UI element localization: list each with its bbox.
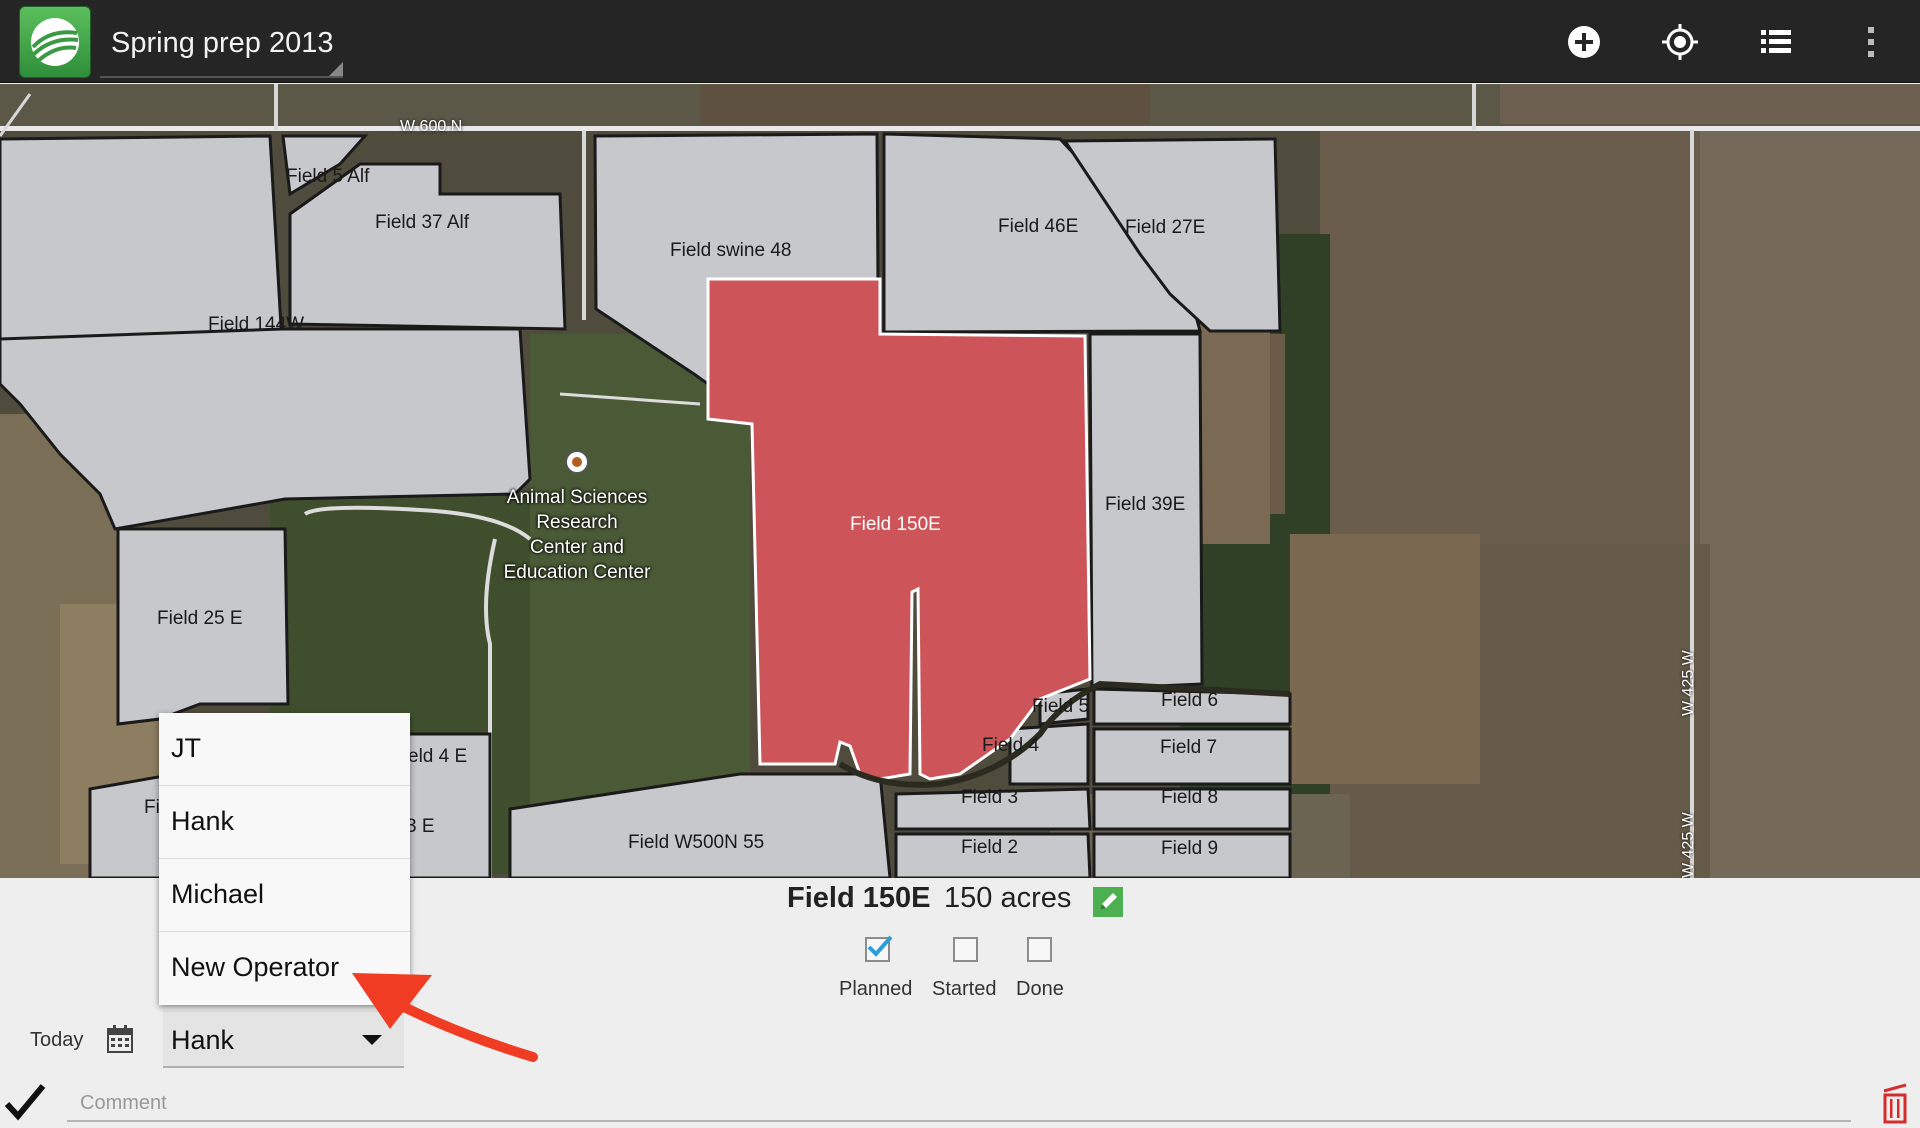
- field-label[interactable]: Field 6: [1161, 690, 1218, 712]
- field-label[interactable]: Field 39E: [1105, 494, 1185, 516]
- operator-option[interactable]: Michael: [159, 859, 410, 932]
- field-label[interactable]: Field swine 48: [670, 240, 791, 262]
- app-screen: Spring prep 2013 W 600 N W 425 W W 425 W…: [0, 0, 1920, 1128]
- selected-field-label[interactable]: Field 150E: [850, 514, 941, 536]
- field-label[interactable]: Field 9: [1161, 838, 1218, 860]
- annotation-arrow: [352, 973, 538, 1062]
- field-label[interactable]: eld 4 E: [408, 746, 467, 768]
- add-icon[interactable]: [1560, 18, 1608, 66]
- field-label[interactable]: Field W500N 55: [628, 832, 764, 854]
- road-label-w425w-upper: W 425 W: [1680, 650, 1697, 716]
- edit-icon[interactable]: [1093, 887, 1123, 917]
- plan-title: Spring prep 2013: [111, 27, 334, 59]
- list-icon[interactable]: [1752, 18, 1800, 66]
- operator-option-label: Hank: [171, 806, 235, 836]
- field-label[interactable]: Field 46E: [998, 216, 1078, 238]
- location-target-icon[interactable]: [1656, 18, 1704, 66]
- road-label-w600n: W 600 N: [400, 118, 463, 135]
- trash-icon[interactable]: [1880, 1082, 1912, 1124]
- plan-selector[interactable]: Spring prep 2013: [100, 6, 343, 78]
- operator-option-label: New Operator: [171, 952, 340, 982]
- operator-option[interactable]: Hank: [159, 786, 410, 859]
- done-label: Done: [1016, 978, 1064, 1000]
- field-label[interactable]: Field 5: [1032, 696, 1089, 718]
- checkmark-icon[interactable]: [4, 1082, 47, 1122]
- field-label[interactable]: Field 8: [1161, 787, 1218, 809]
- started-checkbox[interactable]: [953, 937, 978, 962]
- place-label-line: Research: [536, 512, 618, 533]
- field-acres: 150 acres: [944, 882, 1072, 914]
- date-label[interactable]: Today: [30, 1029, 83, 1052]
- comment-input[interactable]: [67, 1086, 1851, 1122]
- started-label: Started: [932, 978, 997, 1000]
- place-label-research-center: Animal Sciences Research Center and Educ…: [492, 485, 662, 585]
- field-label[interactable]: Field 2: [961, 837, 1018, 859]
- field-label[interactable]: Field 3: [961, 787, 1018, 809]
- field-label[interactable]: Field 144W: [208, 314, 304, 336]
- checkmark-icon: [867, 935, 893, 957]
- field-label[interactable]: Fi: [144, 797, 160, 819]
- action-bar: Spring prep 2013: [0, 0, 1920, 83]
- operator-option-label: JT: [171, 733, 201, 763]
- road-label-w425w-lower: W 425 W: [1680, 812, 1697, 878]
- app-logo-icon[interactable]: [19, 6, 91, 78]
- field-label[interactable]: Field 27E: [1125, 217, 1205, 239]
- field-label[interactable]: Field 5 Alf: [286, 166, 369, 188]
- operator-option-label: Michael: [171, 879, 265, 909]
- place-label-line: Center and: [529, 537, 624, 558]
- field-label[interactable]: Field 25 E: [157, 608, 243, 630]
- field-name: Field 150E: [787, 882, 931, 914]
- done-checkbox[interactable]: [1027, 937, 1052, 962]
- planned-checkbox[interactable]: [865, 935, 893, 962]
- field-label[interactable]: Field 37 Alf: [375, 212, 469, 234]
- place-label-line: Animal Sciences: [506, 487, 648, 508]
- field-label[interactable]: Field 7: [1160, 737, 1217, 759]
- operator-value: Hank: [171, 1025, 235, 1055]
- field-label[interactable]: 3 E: [406, 816, 435, 838]
- calendar-icon[interactable]: [107, 1025, 133, 1053]
- operator-option[interactable]: JT: [159, 713, 410, 786]
- place-label-line: Education Center: [503, 562, 651, 583]
- planned-label: Planned: [839, 978, 913, 1000]
- operator-dropdown-menu: JT Hank Michael New Operator: [159, 713, 410, 1005]
- field-label[interactable]: Field 4: [982, 735, 1039, 757]
- overflow-menu-icon[interactable]: [1847, 18, 1895, 66]
